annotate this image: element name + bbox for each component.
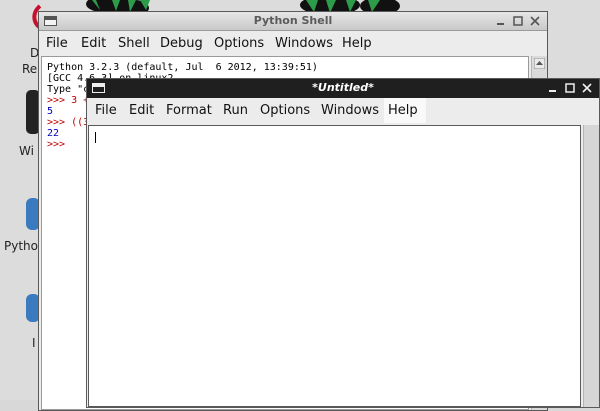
editor-menu-file[interactable]: File	[93, 102, 119, 119]
shell-line: Python 3.2.3 (default, Jul 6 2012, 13:39…	[47, 62, 318, 73]
text-cursor	[95, 132, 96, 143]
close-icon[interactable]	[529, 15, 541, 27]
shell-output-line: 22	[47, 128, 60, 139]
desktop-label-wifi: Wi	[19, 144, 34, 158]
editor-text-area[interactable]	[88, 125, 581, 407]
shell-prompt-line: >>> ((3	[47, 117, 90, 128]
desktop-label-debian-2: Re	[22, 62, 38, 76]
editor-menu-edit[interactable]: Edit	[127, 102, 156, 119]
maximize-icon[interactable]	[564, 82, 576, 94]
editor-menu-options[interactable]: Options	[258, 102, 312, 119]
shell-menu-options[interactable]: Options	[212, 35, 266, 52]
editor-titlebar[interactable]: *Untitled*	[87, 79, 599, 98]
editor-menubar: File Edit Format Run Options Windows Hel…	[87, 98, 599, 123]
editor-scrollbar[interactable]	[583, 125, 599, 407]
editor-menu-run[interactable]: Run	[221, 102, 250, 119]
shell-titlebar[interactable]: Python Shell	[39, 12, 547, 31]
untitled-editor-window[interactable]: *Untitled* File Edit Format Run Options …	[86, 78, 600, 408]
shell-prompt-line: >>>	[47, 139, 66, 150]
minimize-icon[interactable]	[547, 82, 559, 94]
shell-title: Python Shell	[253, 14, 333, 27]
close-icon[interactable]	[581, 82, 593, 94]
maximize-icon[interactable]	[512, 15, 524, 27]
shell-menu-shell[interactable]: Shell	[116, 35, 152, 52]
minimize-icon[interactable]	[495, 15, 507, 27]
editor-title: *Untitled*	[312, 81, 374, 94]
shell-line: Type "c	[47, 84, 90, 95]
shell-menubar: File Edit Shell Debug Options Windows He…	[39, 31, 547, 56]
shell-menu-file[interactable]: File	[44, 35, 70, 52]
shell-menu-help[interactable]: Help	[340, 35, 374, 52]
shell-prompt-line: >>> 3 +	[47, 95, 90, 106]
desktop-label-idle: I	[32, 336, 36, 350]
editor-menu-format[interactable]: Format	[164, 102, 214, 119]
shell-menu-debug[interactable]: Debug	[158, 35, 205, 52]
scroll-up-icon[interactable]	[534, 58, 545, 69]
desktop-label-python-games: Pytho	[4, 239, 38, 253]
shell-menu-edit[interactable]: Edit	[79, 35, 108, 52]
editor-menu-windows[interactable]: Windows	[319, 102, 381, 119]
editor-menu-help[interactable]: Help	[384, 98, 426, 123]
shell-menu-windows[interactable]: Windows	[273, 35, 335, 52]
shell-output-line: 5	[47, 106, 54, 117]
